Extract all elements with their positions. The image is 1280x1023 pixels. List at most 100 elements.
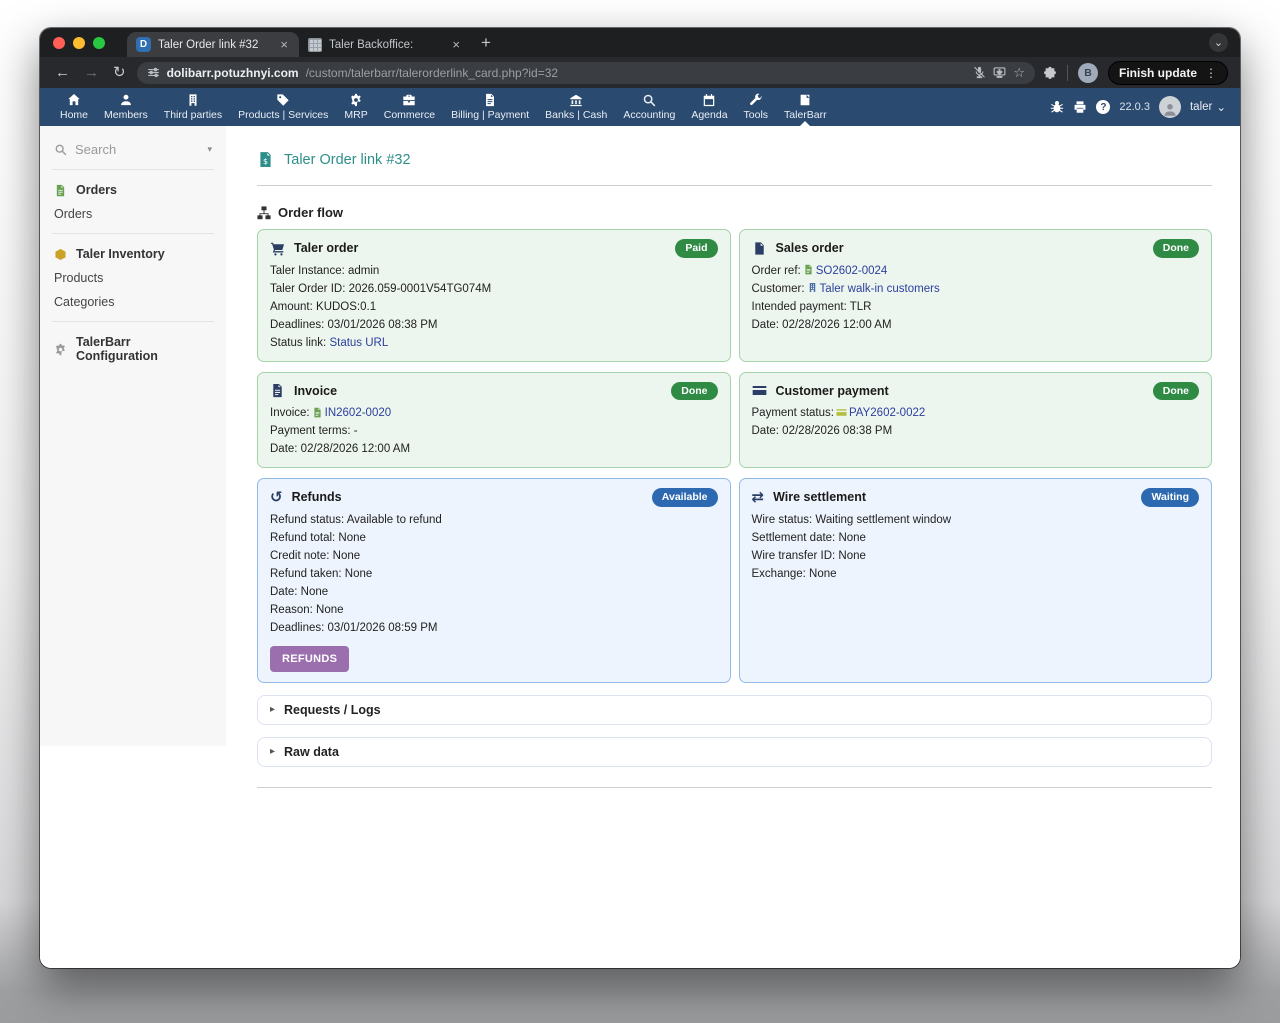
site-info-icon[interactable] <box>147 66 160 79</box>
mic-off-icon[interactable] <box>973 66 986 79</box>
nav-item-third-parties[interactable]: Third parties <box>156 88 230 126</box>
browser-menu-icon[interactable]: ⋮ <box>1205 66 1217 80</box>
tab-title: Taler Order link #32 <box>158 39 271 51</box>
nav-item-members[interactable]: Members <box>96 88 156 126</box>
user-menu[interactable]: taler⌄ <box>1190 100 1226 114</box>
nav-item-products-services[interactable]: Products | Services <box>230 88 336 126</box>
caret-right-icon: ▸ <box>270 746 275 757</box>
search-dropdown-caret[interactable]: ▾ <box>207 144 212 155</box>
search-input[interactable] <box>75 142 199 157</box>
version-label: 22.0.3 <box>1119 101 1150 113</box>
user-icon <box>119 93 133 107</box>
browser-tab-inactive[interactable]: Taler Backoffice: × <box>299 32 471 57</box>
sidebar-item-orders[interactable]: Orders <box>54 197 212 221</box>
undo-icon: ↺ <box>270 490 283 505</box>
sidebar-item-products[interactable]: Products <box>54 261 212 285</box>
credit-card-icon <box>752 383 767 398</box>
bug-icon[interactable] <box>1050 100 1064 114</box>
bookmark-star-icon[interactable]: ☆ <box>1013 65 1025 81</box>
payment-card-mini-icon <box>836 407 847 418</box>
nav-item-banks-cash[interactable]: Banks | Cash <box>537 88 615 126</box>
finish-update-button[interactable]: Finish update ⋮ <box>1108 61 1228 85</box>
sidebar-section-taler-inventory: Taler Inventory Products Categories <box>52 234 214 322</box>
bank-icon <box>569 93 583 107</box>
status-badge: Waiting <box>1141 488 1199 507</box>
invoice-icon <box>270 383 285 398</box>
customer-link[interactable]: Taler walk-in customers <box>820 283 940 295</box>
tab-title: Taler Backoffice: <box>329 39 443 51</box>
wrench-icon <box>749 93 763 107</box>
back-icon[interactable]: ← <box>52 65 73 80</box>
dolibarr-navbar: Home Members Third parties Products | Se… <box>40 88 1240 126</box>
magnifier-icon <box>642 93 656 107</box>
bottom-divider <box>257 787 1212 788</box>
dolibarr-favicon: D <box>136 37 151 52</box>
sidebar-section-configuration: TalerBarr Configuration <box>52 322 214 375</box>
sitemap-icon <box>257 206 271 220</box>
sales-order-link[interactable]: SO2602-0024 <box>816 265 888 277</box>
window-zoom-button[interactable] <box>93 37 105 49</box>
card-taler-order: Taler order Paid Taler Instance: admin T… <box>257 229 731 362</box>
gear-icon <box>349 93 363 107</box>
inventory-box-icon <box>54 248 67 261</box>
forward-icon[interactable]: → <box>81 65 102 80</box>
nav-item-home[interactable]: Home <box>52 88 96 126</box>
raw-data-section[interactable]: ▸ Raw data <box>257 737 1212 767</box>
requests-logs-section[interactable]: ▸ Requests / Logs <box>257 695 1212 725</box>
extensions-icon[interactable] <box>1043 66 1057 80</box>
status-badge: Available <box>652 488 718 507</box>
exchange-arrows-icon: ⇄ <box>752 490 765 505</box>
nav-item-talerbarr[interactable]: TalerBarr <box>776 88 835 126</box>
tab-close-icon[interactable]: × <box>450 38 462 51</box>
finish-update-label: Finish update <box>1119 66 1197 80</box>
status-url-link[interactable]: Status URL <box>329 337 388 349</box>
new-tab-button[interactable]: + <box>471 33 501 53</box>
calendar-icon <box>702 93 716 107</box>
browser-toolbar: ← → ↻ dolibarr.potuzhnyi.com /custom/tal… <box>40 57 1240 88</box>
module-icon <box>798 93 812 107</box>
customer-building-mini-icon <box>807 282 818 293</box>
install-icon[interactable] <box>993 66 1006 79</box>
card-customer-payment: Customer payment Done Payment status:PAY… <box>739 372 1213 468</box>
refunds-button[interactable]: REFUNDS <box>270 646 349 672</box>
order-doc-mini-icon <box>803 264 814 275</box>
orders-doc-icon <box>54 184 67 197</box>
file-invoice-dollar-icon <box>257 151 274 168</box>
sidebar-search[interactable]: ▾ <box>52 140 214 170</box>
nav-item-billing-payment[interactable]: Billing | Payment <box>443 88 537 126</box>
browser-tab-strip: D Taler Order link #32 × Taler Backoffic… <box>40 28 1240 57</box>
profile-avatar[interactable]: B <box>1078 63 1098 83</box>
toolbar-divider <box>1067 65 1068 81</box>
help-icon[interactable]: ? <box>1096 100 1110 114</box>
tab-search-chevron[interactable]: ⌄ <box>1209 33 1228 52</box>
nav-item-tools[interactable]: Tools <box>736 88 777 126</box>
card-refunds: ↺ Refunds Available Refund status: Avail… <box>257 478 731 683</box>
reload-icon[interactable]: ↻ <box>110 65 129 80</box>
url-bar[interactable]: dolibarr.potuzhnyi.com /custom/talerbarr… <box>137 62 1035 84</box>
bill-icon <box>483 93 497 107</box>
home-icon <box>67 93 81 107</box>
invoice-doc-mini-icon <box>312 407 323 418</box>
nav-item-accounting[interactable]: Accounting <box>615 88 683 126</box>
payment-link[interactable]: PAY2602-0022 <box>849 407 925 419</box>
left-sidebar: ▾ Orders Orders Taler Inventory Products… <box>40 126 226 968</box>
invoice-link[interactable]: IN2602-0020 <box>325 407 392 419</box>
nav-item-commerce[interactable]: Commerce <box>376 88 443 126</box>
nav-item-mrp[interactable]: MRP <box>336 88 375 126</box>
browser-tab-active[interactable]: D Taler Order link #32 × <box>127 32 299 57</box>
user-avatar[interactable] <box>1159 96 1181 118</box>
page-title: Taler Order link #32 <box>257 151 1212 168</box>
browser-window: D Taler Order link #32 × Taler Backoffic… <box>40 28 1240 968</box>
document-icon <box>752 241 767 256</box>
nav-item-agenda[interactable]: Agenda <box>683 88 735 126</box>
status-badge: Done <box>1153 239 1199 258</box>
window-minimize-button[interactable] <box>73 37 85 49</box>
sidebar-item-talerbarr-configuration[interactable]: TalerBarr Configuration <box>76 335 212 363</box>
search-icon <box>54 143 67 156</box>
window-close-button[interactable] <box>53 37 65 49</box>
tab-close-icon[interactable]: × <box>278 38 290 51</box>
caret-right-icon: ▸ <box>270 704 275 715</box>
sidebar-item-categories[interactable]: Categories <box>54 285 212 309</box>
printer-icon[interactable] <box>1073 100 1087 114</box>
url-path: /custom/talerbarr/talerorderlink_card.ph… <box>306 66 967 80</box>
